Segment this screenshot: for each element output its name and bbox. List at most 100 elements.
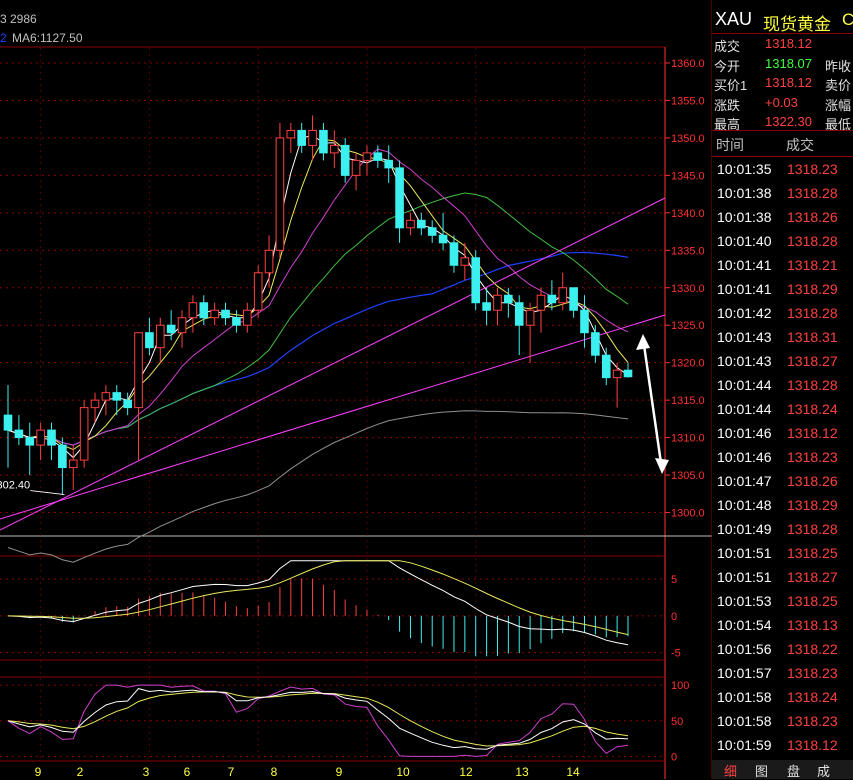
price-tick-label: 1330.0 xyxy=(671,283,705,295)
candle-body xyxy=(351,159,361,176)
trade-row: 10:01:44 1318.28 xyxy=(712,373,853,397)
tab-chart[interactable]: 图 xyxy=(755,761,768,780)
candle-body xyxy=(471,257,481,304)
ma-white-line xyxy=(7,134,629,459)
price-tick-label: 1310.0 xyxy=(671,433,705,445)
candle-body xyxy=(569,287,578,311)
trade-row: 10:01:44 1318.24 xyxy=(712,397,853,421)
trade-price: 1318.26 xyxy=(787,473,838,489)
quote-row: 买价1 1318.12 卖价 xyxy=(712,72,853,93)
candle-body xyxy=(482,302,491,311)
trade-row: 10:01:56 1318.22 xyxy=(712,637,853,661)
candle-body xyxy=(536,294,546,311)
low-annotation-label: 1302.40 xyxy=(0,480,30,492)
price-tick-label: 1340.0 xyxy=(671,208,705,220)
quote-panel: XAU 现货黄金 C 成交 1318.12 今开 1318.07 昨收 买价1 1318.1… xyxy=(712,0,853,779)
trade-time: 10:01:38 xyxy=(717,185,772,201)
trade-row: 10:01:54 1318.13 xyxy=(712,613,853,637)
trade-price: 1318.28 xyxy=(787,521,838,537)
trade-time: 10:01:49 xyxy=(717,521,772,537)
candle-body xyxy=(612,369,622,379)
trade-time: 10:01:56 xyxy=(717,641,772,657)
chart-area[interactable]: 1360.01355.01350.01345.01340.01335.01330… xyxy=(0,0,712,779)
trade-price: 1318.23 xyxy=(787,161,838,177)
trade-price: 1318.27 xyxy=(787,353,838,369)
trade-price: 1318.24 xyxy=(787,401,838,417)
trade-price: 1318.22 xyxy=(787,641,838,657)
quote-row: 最高 1322.30 最低 xyxy=(712,111,853,132)
candle-body xyxy=(221,309,230,319)
candle-body xyxy=(580,309,589,334)
trade-price: 1318.29 xyxy=(787,497,838,513)
candle-body xyxy=(210,309,219,319)
trade-row: 10:01:48 1318.29 xyxy=(712,493,853,517)
trade-row: 10:01:40 1318.28 xyxy=(712,229,853,253)
tab-detail[interactable]: 细 xyxy=(724,761,737,780)
trade-time: 10:01:42 xyxy=(717,305,772,321)
price-tick-label: 1360.0 xyxy=(671,58,705,70)
x-tick-label: 9 xyxy=(336,765,343,779)
trade-row: 10:01:47 1318.26 xyxy=(712,469,853,493)
candle-body xyxy=(25,437,35,446)
trade-row: 10:01:57 1318.23 xyxy=(712,661,853,685)
candle-body xyxy=(232,317,241,326)
candle-body xyxy=(601,354,611,379)
trade-row: 10:01:43 1318.27 xyxy=(712,349,853,373)
trade-row: 10:01:38 1318.28 xyxy=(712,181,853,205)
trade-price: 1318.23 xyxy=(787,449,838,465)
trade-price: 1318.23 xyxy=(787,665,838,681)
candle-body xyxy=(253,272,263,311)
x-tick-label: 6 xyxy=(184,765,191,779)
trade-price: 1318.28 xyxy=(787,185,838,201)
candle-body xyxy=(297,129,306,146)
trades-header-time: 时间 xyxy=(716,137,744,153)
trade-price: 1318.25 xyxy=(787,593,838,609)
trade-price: 1318.28 xyxy=(787,305,838,321)
candle-body xyxy=(395,167,404,229)
candle-body xyxy=(384,159,394,169)
trade-price: 1318.12 xyxy=(787,737,838,753)
trade-price: 1318.27 xyxy=(787,569,838,585)
trade-price: 1318.31 xyxy=(787,329,838,345)
candle-body xyxy=(123,399,132,409)
quote-row: 成交 1318.12 xyxy=(712,33,853,54)
candle-body xyxy=(155,324,165,349)
trade-time: 10:01:44 xyxy=(717,377,772,393)
trade-row: 10:01:58 1318.23 xyxy=(712,709,853,733)
trade-row: 10:01:59 1318.12 xyxy=(712,733,853,757)
trade-row: 10:01:42 1318.28 xyxy=(712,301,853,325)
tab-trades[interactable]: 成 xyxy=(817,761,830,780)
trade-time: 10:01:44 xyxy=(717,401,772,417)
trade-price: 1318.23 xyxy=(787,713,838,729)
trade-time: 10:01:46 xyxy=(717,425,772,441)
candle-body xyxy=(145,332,154,349)
trade-time: 10:01:47 xyxy=(717,473,772,489)
candle-body xyxy=(275,137,285,251)
ma-green-line xyxy=(7,192,629,446)
candle-body xyxy=(525,309,535,326)
price-tick-label: 1300.0 xyxy=(671,508,705,520)
trade-row: 10:01:46 1318.23 xyxy=(712,445,853,469)
trade-time: 10:01:58 xyxy=(717,713,772,729)
quote-row: 今开 1318.07 昨收 xyxy=(712,53,853,74)
trade-time: 10:01:41 xyxy=(717,281,772,297)
candle-body xyxy=(264,249,274,274)
trade-time: 10:01:58 xyxy=(717,689,772,705)
candle-body xyxy=(101,392,111,401)
tab-orderbook[interactable]: 盘 xyxy=(787,761,800,780)
trade-price: 1318.29 xyxy=(787,281,838,297)
x-tick-label: 14 xyxy=(566,765,580,779)
panel-tab-bar: 细 图 盘 成 xyxy=(712,760,853,779)
trade-row: 10:01:43 1318.31 xyxy=(712,325,853,349)
trade-price: 1318.24 xyxy=(787,689,838,705)
trade-price: 1318.26 xyxy=(787,209,838,225)
trade-row: 10:01:53 1318.25 xyxy=(712,589,853,613)
trade-time: 10:01:43 xyxy=(717,353,772,369)
price-tick-label: 1315.0 xyxy=(671,395,705,407)
trade-time: 10:01:53 xyxy=(717,593,772,609)
candle-body xyxy=(406,219,415,229)
price-tick-label: 1355.0 xyxy=(671,95,705,107)
trendline-upper xyxy=(0,197,666,531)
candle-body xyxy=(14,429,24,439)
price-tick-label: 1305.0 xyxy=(671,470,705,482)
